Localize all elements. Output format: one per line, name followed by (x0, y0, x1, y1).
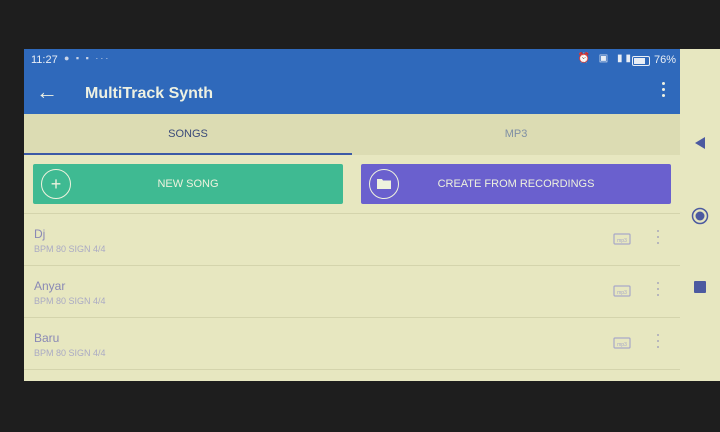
app-bar: ← MultiTrack Synth (24, 72, 680, 114)
battery-level: 76% (653, 54, 676, 66)
more-options-icon[interactable] (657, 230, 660, 248)
app-title: MultiTrack Synth (85, 85, 214, 102)
more-options-icon[interactable] (657, 334, 660, 352)
create-from-recordings-label: CREATE FROM RECORDINGS (437, 178, 595, 190)
tab-mp3[interactable]: MP3 (352, 114, 680, 155)
create-from-recordings-button[interactable]: CREATE FROM RECORDINGS (361, 164, 671, 204)
status-bar: 11:27 ● ▪ ▪ ··· ⏰ ▣ ▮▮ 76% (24, 49, 680, 72)
new-song-button[interactable]: + NEW SONG (33, 164, 343, 204)
tab-indicator (24, 153, 352, 155)
status-time: 11:27 (31, 54, 58, 66)
list-item[interactable]: Baru BPM 80 SIGN 4/4 mp3 (24, 317, 680, 369)
list-item[interactable]: Anyar BPM 80 SIGN 4/4 mp3 (24, 265, 680, 317)
nav-back-icon[interactable] (693, 136, 707, 150)
tab-songs[interactable]: SONGS (24, 114, 352, 155)
export-mp3-icon[interactable]: mp3 (613, 231, 631, 247)
notification-icons: ● ▪ ▪ ··· (64, 53, 111, 63)
song-name: Anyar (34, 279, 66, 293)
plus-icon: + (41, 169, 71, 199)
back-arrow-icon[interactable]: ← (36, 79, 58, 105)
list-item-partial[interactable] (24, 369, 680, 381)
song-list: Dj BPM 80 SIGN 4/4 mp3 Anyar BPM 80 SIGN… (24, 213, 680, 381)
system-nav-bar (680, 49, 720, 381)
song-meta: BPM 80 SIGN 4/4 (34, 348, 106, 358)
svg-text:mp3: mp3 (617, 342, 627, 348)
more-options-icon[interactable] (657, 282, 660, 300)
song-name: Dj (34, 227, 46, 241)
tab-bar: SONGS MP3 (24, 114, 680, 155)
nav-home-icon[interactable] (691, 207, 709, 225)
song-name: Baru (34, 331, 60, 345)
svg-text:mp3: mp3 (617, 238, 627, 244)
overflow-menu-icon[interactable] (662, 82, 666, 100)
song-meta: BPM 80 SIGN 4/4 (34, 296, 106, 306)
nav-recents-icon[interactable] (694, 281, 706, 293)
new-song-label: NEW SONG (157, 178, 219, 190)
system-icons: ⏰ ▣ ▮▮ (577, 53, 634, 64)
app-screen: 11:27 ● ▪ ▪ ··· ⏰ ▣ ▮▮ 76% ← MultiTrack … (24, 49, 680, 381)
list-item[interactable]: Dj BPM 80 SIGN 4/4 mp3 (24, 213, 680, 265)
song-meta: BPM 80 SIGN 4/4 (34, 244, 106, 254)
folder-icon (369, 169, 399, 199)
export-mp3-icon[interactable]: mp3 (613, 283, 631, 299)
export-mp3-icon[interactable]: mp3 (613, 335, 631, 351)
svg-text:mp3: mp3 (617, 290, 627, 296)
battery-icon (632, 56, 650, 66)
